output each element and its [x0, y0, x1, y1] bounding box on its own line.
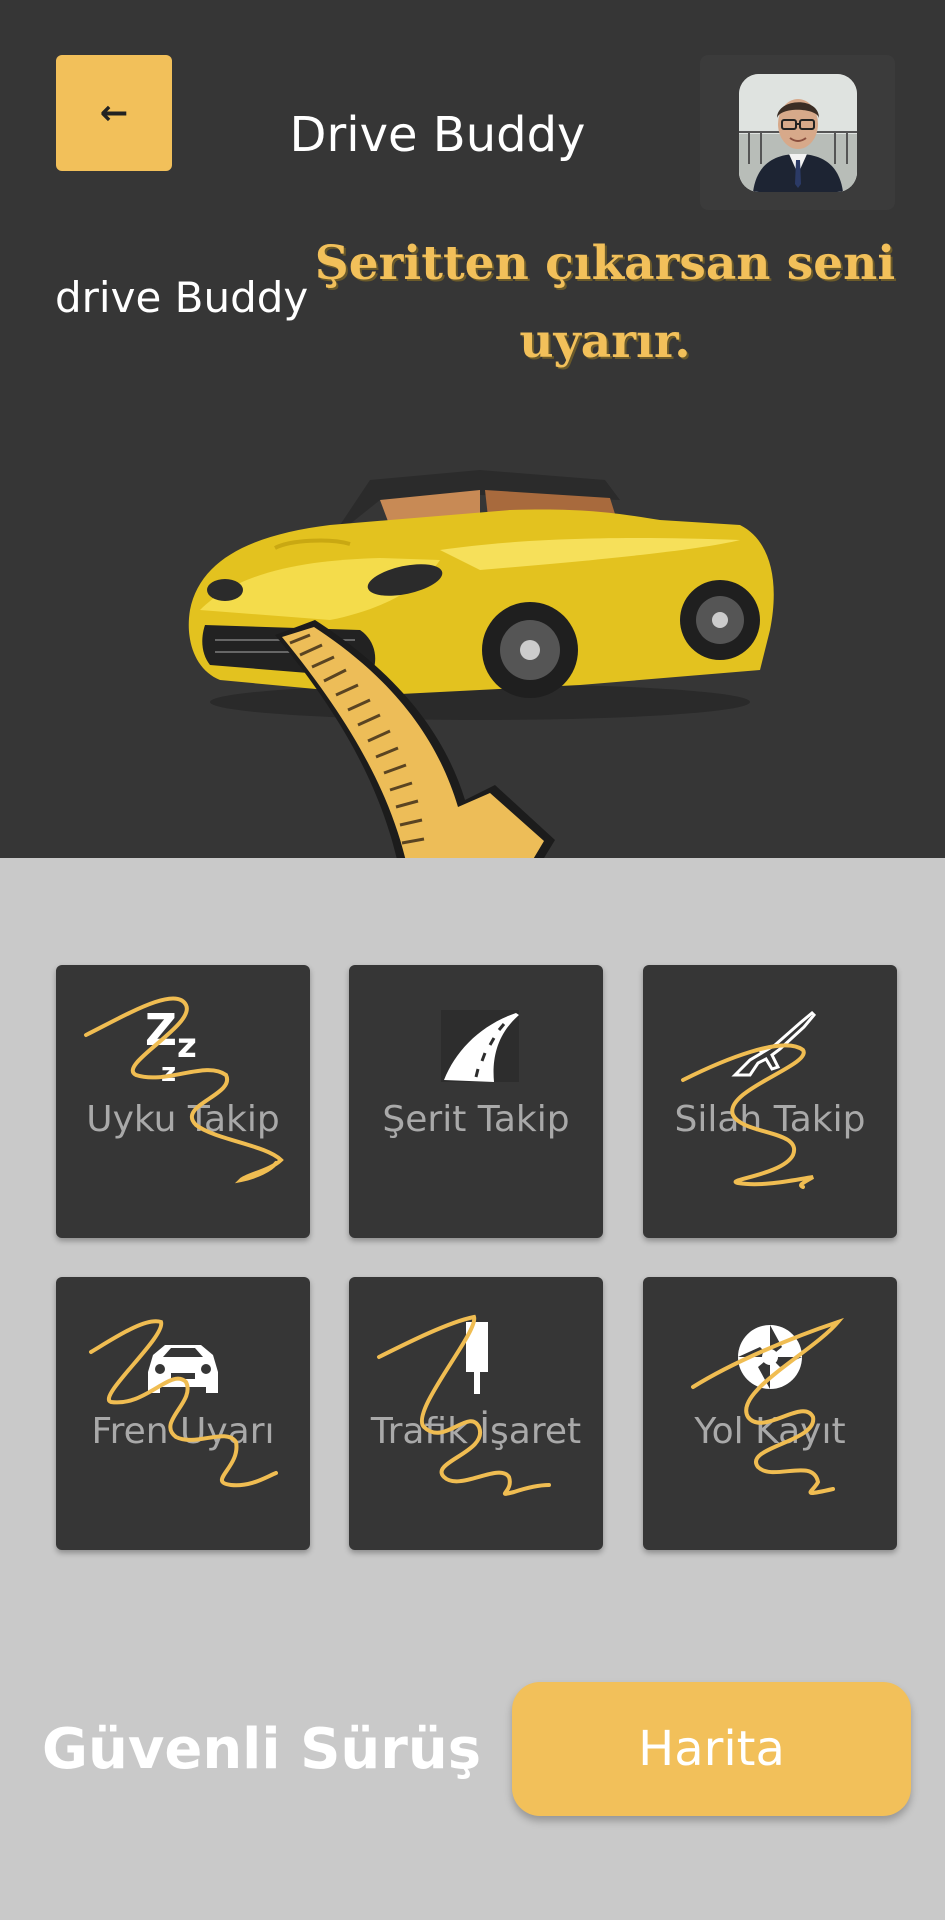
- profile-avatar-button[interactable]: [700, 55, 895, 210]
- feature-card-traffic[interactable]: Trafik İşaret: [349, 1277, 603, 1550]
- traffic-light-icon: [466, 1322, 488, 1394]
- hero-section: ← Drive Buddy drive Buddy Şeritten çıkar…: [0, 0, 945, 858]
- feature-label: Yol Kayıt: [694, 1411, 846, 1452]
- feature-label: Şerit Takip: [382, 1099, 570, 1140]
- camera-shutter-icon: [738, 1325, 802, 1389]
- avatar: [738, 73, 857, 192]
- feature-card-sleep[interactable]: Z z z Uyku Takip: [56, 965, 310, 1238]
- feature-card-brake[interactable]: Fren Uyarı: [56, 1277, 310, 1550]
- feature-label: Trafik İşaret: [370, 1411, 582, 1452]
- sleep-zzz-icon: Z z z: [145, 1005, 197, 1085]
- svg-text:z: z: [161, 1058, 176, 1085]
- feature-label: Fren Uyarı: [91, 1411, 275, 1452]
- feature-label: Uyku Takip: [86, 1099, 280, 1140]
- back-arrow-icon: ←: [99, 93, 129, 133]
- feature-label: Silah Takip: [674, 1099, 866, 1140]
- feature-card-weapon[interactable]: Silah Takip: [643, 965, 897, 1238]
- brand-text: drive Buddy: [55, 273, 309, 322]
- back-button[interactable]: ←: [56, 55, 172, 171]
- app-title: Drive Buddy: [289, 107, 586, 163]
- map-button[interactable]: Harita: [512, 1682, 911, 1816]
- feature-card-lane[interactable]: Şerit Takip: [349, 965, 603, 1238]
- safe-driving-title: Güvenli Sürüş: [42, 1717, 482, 1782]
- svg-text:z: z: [177, 1026, 197, 1066]
- hero-headline: Şeritten çıkarsan seni uyarır.: [314, 236, 896, 369]
- svg-text:Z: Z: [145, 1005, 177, 1056]
- car-front-icon: [148, 1345, 218, 1393]
- feature-card-recording[interactable]: Yol Kayıt: [643, 1277, 897, 1550]
- down-arrow-illustration: [275, 620, 555, 858]
- rifle-icon: [731, 1010, 817, 1077]
- road-lane-icon: [441, 1010, 519, 1082]
